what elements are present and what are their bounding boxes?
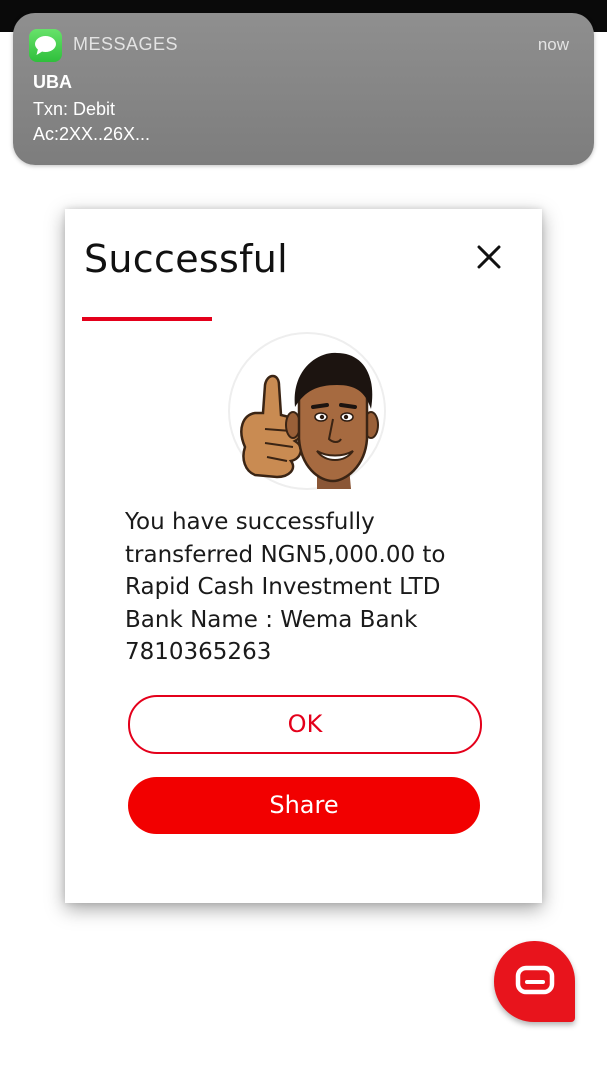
title-underline bbox=[82, 317, 212, 321]
message-line: Rapid Cash Investment LTD bbox=[125, 574, 441, 600]
notification-time: now bbox=[537, 35, 569, 54]
message-line: transferred NGN5,000.00 to bbox=[125, 541, 446, 568]
messages-bubble-icon bbox=[29, 29, 62, 62]
message-notification[interactable]: MESSAGES now UBA Txn: Debit Ac:2XX..26X.… bbox=[13, 13, 594, 165]
chat-icon bbox=[515, 965, 555, 995]
share-button[interactable]: Share bbox=[128, 777, 480, 834]
ok-button[interactable]: OK bbox=[128, 695, 482, 754]
chat-button[interactable] bbox=[494, 941, 575, 1022]
notification-sender: UBA bbox=[33, 72, 72, 92]
notification-app-name: MESSAGES bbox=[73, 34, 179, 54]
message-line: You have successfully bbox=[125, 509, 375, 535]
message-line: 7810365263 bbox=[125, 639, 272, 665]
dialog-title: Successful bbox=[84, 237, 288, 281]
notification-body-line: Ac:2XX..26X... bbox=[33, 124, 151, 144]
notification-body-line: Txn: Debit bbox=[33, 99, 116, 119]
message-line: Bank Name : Wema Bank bbox=[125, 606, 418, 633]
thumbs-up-mascot bbox=[225, 329, 390, 494]
success-dialog: Successful You have successfully transfe… bbox=[65, 209, 542, 903]
transfer-message: You have successfully transferred NGN5,0… bbox=[125, 506, 495, 669]
close-icon[interactable] bbox=[473, 241, 505, 273]
